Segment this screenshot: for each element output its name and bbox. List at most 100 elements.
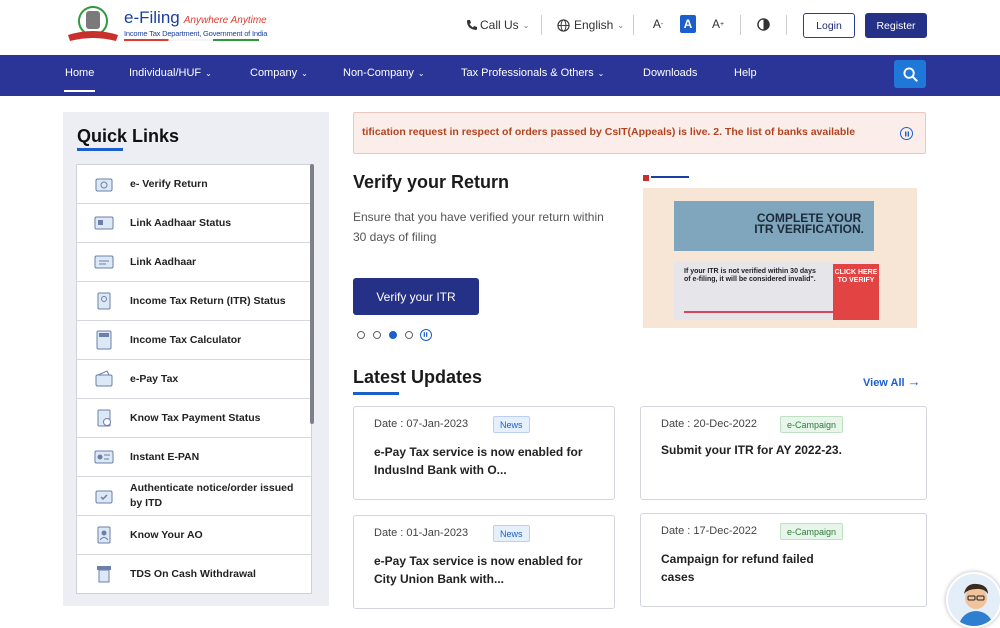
carousel-dot[interactable] [373, 331, 381, 339]
update-headline: e-Pay Tax service is now enabled for Cit… [374, 554, 583, 586]
update-card[interactable]: Date : 07-Jan-2023 News e-Pay Tax servic… [353, 406, 615, 500]
update-card[interactable]: Date : 20-Dec-2022 e-Campaign Submit you… [640, 406, 927, 500]
quick-link-link-aadhaar-status[interactable]: Link Aadhaar Status [77, 204, 311, 243]
chevron-down-icon: ⌄ [301, 69, 308, 78]
language-selector[interactable]: English ⌄ [557, 14, 624, 36]
update-date: Date : 01-Jan-2023 [374, 527, 469, 539]
carousel-dot-active[interactable] [389, 331, 397, 339]
update-headline: Submit your ITR for AY 2022-23. [661, 443, 842, 457]
arrow-right-icon: → [907, 374, 921, 389]
login-button[interactable]: Login [803, 13, 855, 38]
quick-link-e-pay-tax[interactable]: e-Pay Tax [77, 360, 311, 399]
campaign-badge: e-Campaign [780, 523, 844, 540]
wallet-icon [95, 370, 113, 387]
nav-item-individual-huf[interactable]: Individual/HUF ⌄ [129, 67, 212, 79]
verify-itr-button[interactable]: Verify your ITR [353, 278, 479, 315]
divider [786, 15, 787, 35]
update-card[interactable]: Date : 17-Dec-2022 e-Campaign Campaign f… [640, 513, 927, 607]
nav-item-home[interactable]: Home [65, 67, 94, 79]
chevron-down-icon: ⌄ [597, 69, 605, 78]
nav-item-company[interactable]: Company ⌄ [250, 67, 308, 79]
brand-tagline: Anywhere Anytime [183, 15, 267, 26]
nav-item-help[interactable]: Help [734, 67, 757, 79]
emblem-icon [68, 6, 118, 41]
campaign-badge: e-Campaign [780, 416, 844, 433]
officer-icon [97, 526, 111, 544]
quick-links-scrollbar[interactable] [310, 164, 314, 424]
chevron-down-icon: ⌄ [205, 69, 212, 78]
hero-title: Verify your Return [353, 172, 510, 192]
language-label: English [574, 18, 614, 32]
pause-icon[interactable] [900, 127, 913, 140]
globe-icon [557, 18, 570, 32]
brand-title: e-Filing Anywhere Anytime [124, 8, 267, 27]
quick-link-authenticate-notice[interactable]: Authenticate notice/order issued by ITD [77, 477, 311, 516]
update-date: Date : 20-Dec-2022 [661, 418, 757, 430]
font-normal-button[interactable]: A [680, 15, 696, 33]
phone-icon [467, 20, 477, 30]
search-icon [902, 66, 918, 82]
payment-status-icon [97, 409, 111, 427]
title-underline [77, 148, 123, 151]
chatbot-avatar-button[interactable] [946, 572, 1000, 628]
news-badge: News [493, 525, 530, 542]
hero-description: Ensure that you have verified your retur… [353, 210, 604, 244]
update-card[interactable]: Date : 01-Jan-2023 News e-Pay Tax servic… [353, 515, 615, 609]
carousel-dot[interactable] [357, 331, 365, 339]
quick-link-know-your-ao[interactable]: Know Your AO [77, 516, 311, 555]
quick-link-e-verify-return[interactable]: e- Verify Return [77, 165, 311, 204]
font-increase-button[interactable]: A + [710, 15, 726, 33]
efiling-logo[interactable]: e-Filing Anywhere Anytime Income Tax Depa… [66, 5, 267, 45]
call-us-label: Call Us [480, 18, 519, 32]
quick-link-tds-on-cash-withdrawal[interactable]: TDS On Cash Withdrawal [77, 555, 311, 593]
verify-return-icon [95, 178, 113, 192]
update-headline: e-Pay Tax service is now enabled for Ind… [374, 445, 583, 477]
update-headline: Campaign for refund failed cases [661, 552, 814, 584]
latest-updates-title: Latest Updates [353, 367, 483, 387]
update-date: Date : 17-Dec-2022 [661, 525, 757, 537]
banner-cta[interactable]: CLICK HERE TO VERIFY [833, 264, 879, 320]
banner-note: If your ITR is not verified within 30 da… [684, 268, 816, 283]
divider [633, 15, 634, 35]
marquee-text: tification request in respect of orders … [362, 126, 856, 138]
quick-link-instant-e-pan[interactable]: Instant E-PAN [77, 438, 311, 477]
quick-links-list[interactable]: e- Verify Return Link Aadhaar Status Lin… [76, 164, 312, 594]
calculator-icon [96, 330, 112, 350]
news-badge: News [493, 416, 530, 433]
title-underline [353, 392, 399, 395]
tricolor-underline [124, 39, 259, 41]
arrow-right-icon [684, 311, 834, 313]
contrast-icon[interactable] [757, 18, 770, 31]
chevron-down-icon: ⌄ [522, 20, 530, 30]
top-bar: e-Filing Anywhere Anytime Income Tax Depa… [0, 0, 1000, 55]
authenticate-icon [95, 490, 113, 504]
aadhaar-link-icon [94, 255, 114, 269]
call-us-menu[interactable]: Call Us ⌄ [466, 14, 529, 36]
banner-headline-box: COMPLETE YOUR ITR VERIFICATION. [674, 201, 874, 251]
document-status-icon [97, 292, 111, 310]
cash-withdrawal-icon [97, 566, 111, 583]
quick-link-know-tax-payment-status[interactable]: Know Tax Payment Status [77, 399, 311, 438]
nav-item-tax-professionals[interactable]: Tax Professionals & Others ⌄ [461, 67, 604, 79]
pan-card-icon [94, 450, 114, 464]
carousel-pause-icon[interactable] [420, 329, 432, 341]
itr-verification-banner[interactable]: COMPLETE YOUR ITR VERIFICATION. If your I… [643, 188, 917, 328]
announcement-marquee: tification request in respect of orders … [353, 112, 926, 154]
search-button[interactable] [894, 60, 926, 88]
chevron-down-icon: ⌄ [417, 69, 425, 78]
nav-item-downloads[interactable]: Downloads [643, 67, 697, 79]
divider [740, 15, 741, 35]
assistant-avatar-icon [958, 583, 994, 626]
quick-link-income-tax-calculator[interactable]: Income Tax Calculator [77, 321, 311, 360]
quick-link-itr-status[interactable]: Income Tax Return (ITR) Status [77, 282, 311, 321]
carousel-dot[interactable] [405, 331, 413, 339]
font-decrease-button[interactable]: A- [650, 15, 666, 33]
quick-link-link-aadhaar[interactable]: Link Aadhaar [77, 243, 311, 282]
main-nav: Home Individual/HUF ⌄ Company ⌄ Non-Compan… [0, 55, 1000, 96]
view-all-link[interactable]: View All → [863, 374, 921, 389]
update-date: Date : 07-Jan-2023 [374, 418, 469, 430]
banner-logo-mini [643, 175, 691, 182]
banner-headline: COMPLETE YOUR ITR VERIFICATION. [754, 211, 864, 236]
register-button[interactable]: Register [865, 13, 927, 38]
nav-item-non-company[interactable]: Non-Company ⌄ [343, 67, 425, 79]
